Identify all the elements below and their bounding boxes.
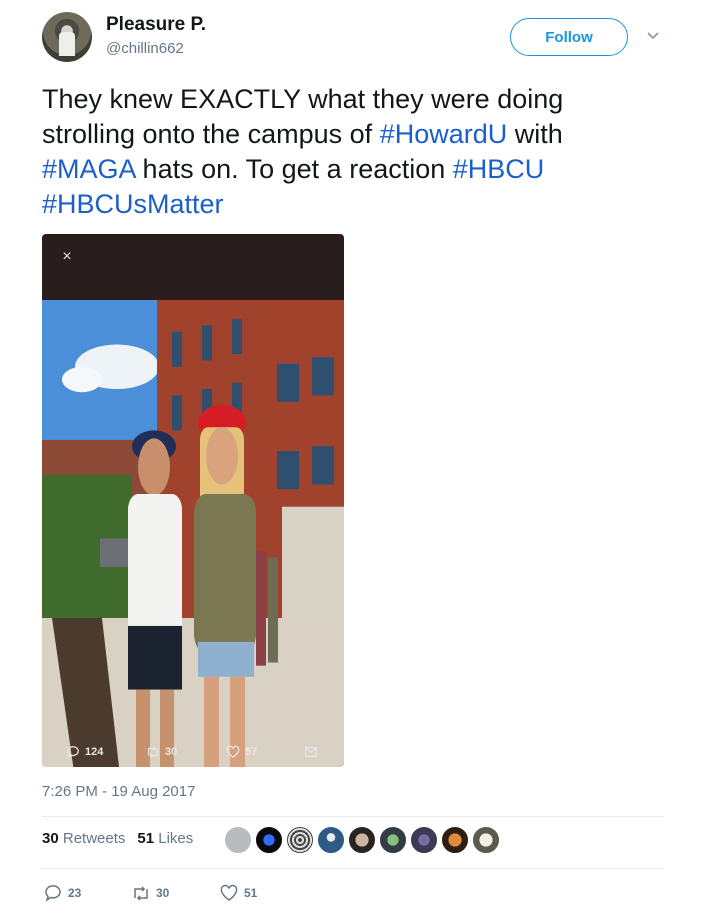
retweet-icon <box>134 886 148 901</box>
media-like-button[interactable]: 57 <box>226 745 257 759</box>
media-retweet-button[interactable]: 30 <box>146 745 177 759</box>
media-reply-count: 124 <box>85 746 104 758</box>
media-reply-button[interactable]: 124 <box>66 745 103 759</box>
tweet-media[interactable]: × 124 30 57 <box>42 234 344 767</box>
reply-icon <box>45 885 61 902</box>
display-name[interactable]: Pleasure P. <box>106 14 206 36</box>
reply-count: 23 <box>68 886 82 900</box>
liker-avatars <box>224 826 500 854</box>
close-icon[interactable]: × <box>58 248 76 266</box>
media-like-count: 57 <box>245 746 258 758</box>
likes-stat-count: 51 <box>137 830 155 847</box>
divider <box>42 816 664 817</box>
retweet-button[interactable]: 30 <box>132 884 169 902</box>
media-retweet-count: 30 <box>165 746 178 758</box>
retweets-stat-label: Retweets <box>62 830 126 847</box>
divider <box>42 868 664 869</box>
retweets-stat[interactable]: 30 Retweets <box>42 830 125 847</box>
liker-avatar[interactable] <box>255 826 283 854</box>
reply-button[interactable]: 23 <box>44 884 81 902</box>
user-avatar[interactable] <box>42 12 92 62</box>
retweet-icon <box>148 746 158 758</box>
hashtag-link[interactable]: #HBCUsMatter <box>42 189 224 219</box>
liker-avatar[interactable] <box>317 826 345 854</box>
tweet-timestamp[interactable]: 7:26 PM - 19 Aug 2017 <box>42 783 195 800</box>
liker-avatar[interactable] <box>224 826 252 854</box>
media-dm-button[interactable] <box>304 745 318 759</box>
media-action-bar: 124 30 57 <box>42 737 344 767</box>
heart-icon <box>226 745 240 758</box>
like-button[interactable]: 51 <box>220 884 257 902</box>
tweet-header: Pleasure P. @chillin662 Follow <box>42 12 672 68</box>
follow-button[interactable]: Follow <box>510 18 628 56</box>
tweet-text-part: hats on. To get a reaction <box>135 154 453 184</box>
user-handle[interactable]: @chillin662 <box>106 40 184 57</box>
tweet-text-part: with <box>507 119 563 149</box>
like-count: 51 <box>244 886 258 900</box>
liker-avatar[interactable] <box>379 826 407 854</box>
liker-avatar[interactable] <box>348 826 376 854</box>
hashtag-link[interactable]: #MAGA <box>42 154 135 184</box>
chevron-down-icon[interactable] <box>644 26 662 44</box>
likes-stat[interactable]: 51 Likes <box>137 830 193 847</box>
heart-icon <box>220 884 238 901</box>
hashtag-link[interactable]: #HBCU <box>453 154 545 184</box>
liker-avatar[interactable] <box>472 826 500 854</box>
liker-avatar[interactable] <box>410 826 438 854</box>
likes-stat-label: Likes <box>158 830 194 847</box>
tweet-photo[interactable] <box>42 300 344 767</box>
retweets-stat-count: 30 <box>42 830 59 847</box>
liker-avatar[interactable] <box>286 826 314 854</box>
tweet-action-bar: 23 30 51 <box>42 884 342 906</box>
tweet-text: They knew EXACTLY what they were doing s… <box>42 82 662 222</box>
envelope-icon <box>305 747 317 757</box>
hashtag-link[interactable]: #HowardU <box>380 119 508 149</box>
liker-avatar[interactable] <box>441 826 469 854</box>
retweet-count: 30 <box>156 886 170 900</box>
reply-icon <box>67 746 79 759</box>
engagement-stats: 30 Retweets 51 Likes <box>42 830 193 847</box>
